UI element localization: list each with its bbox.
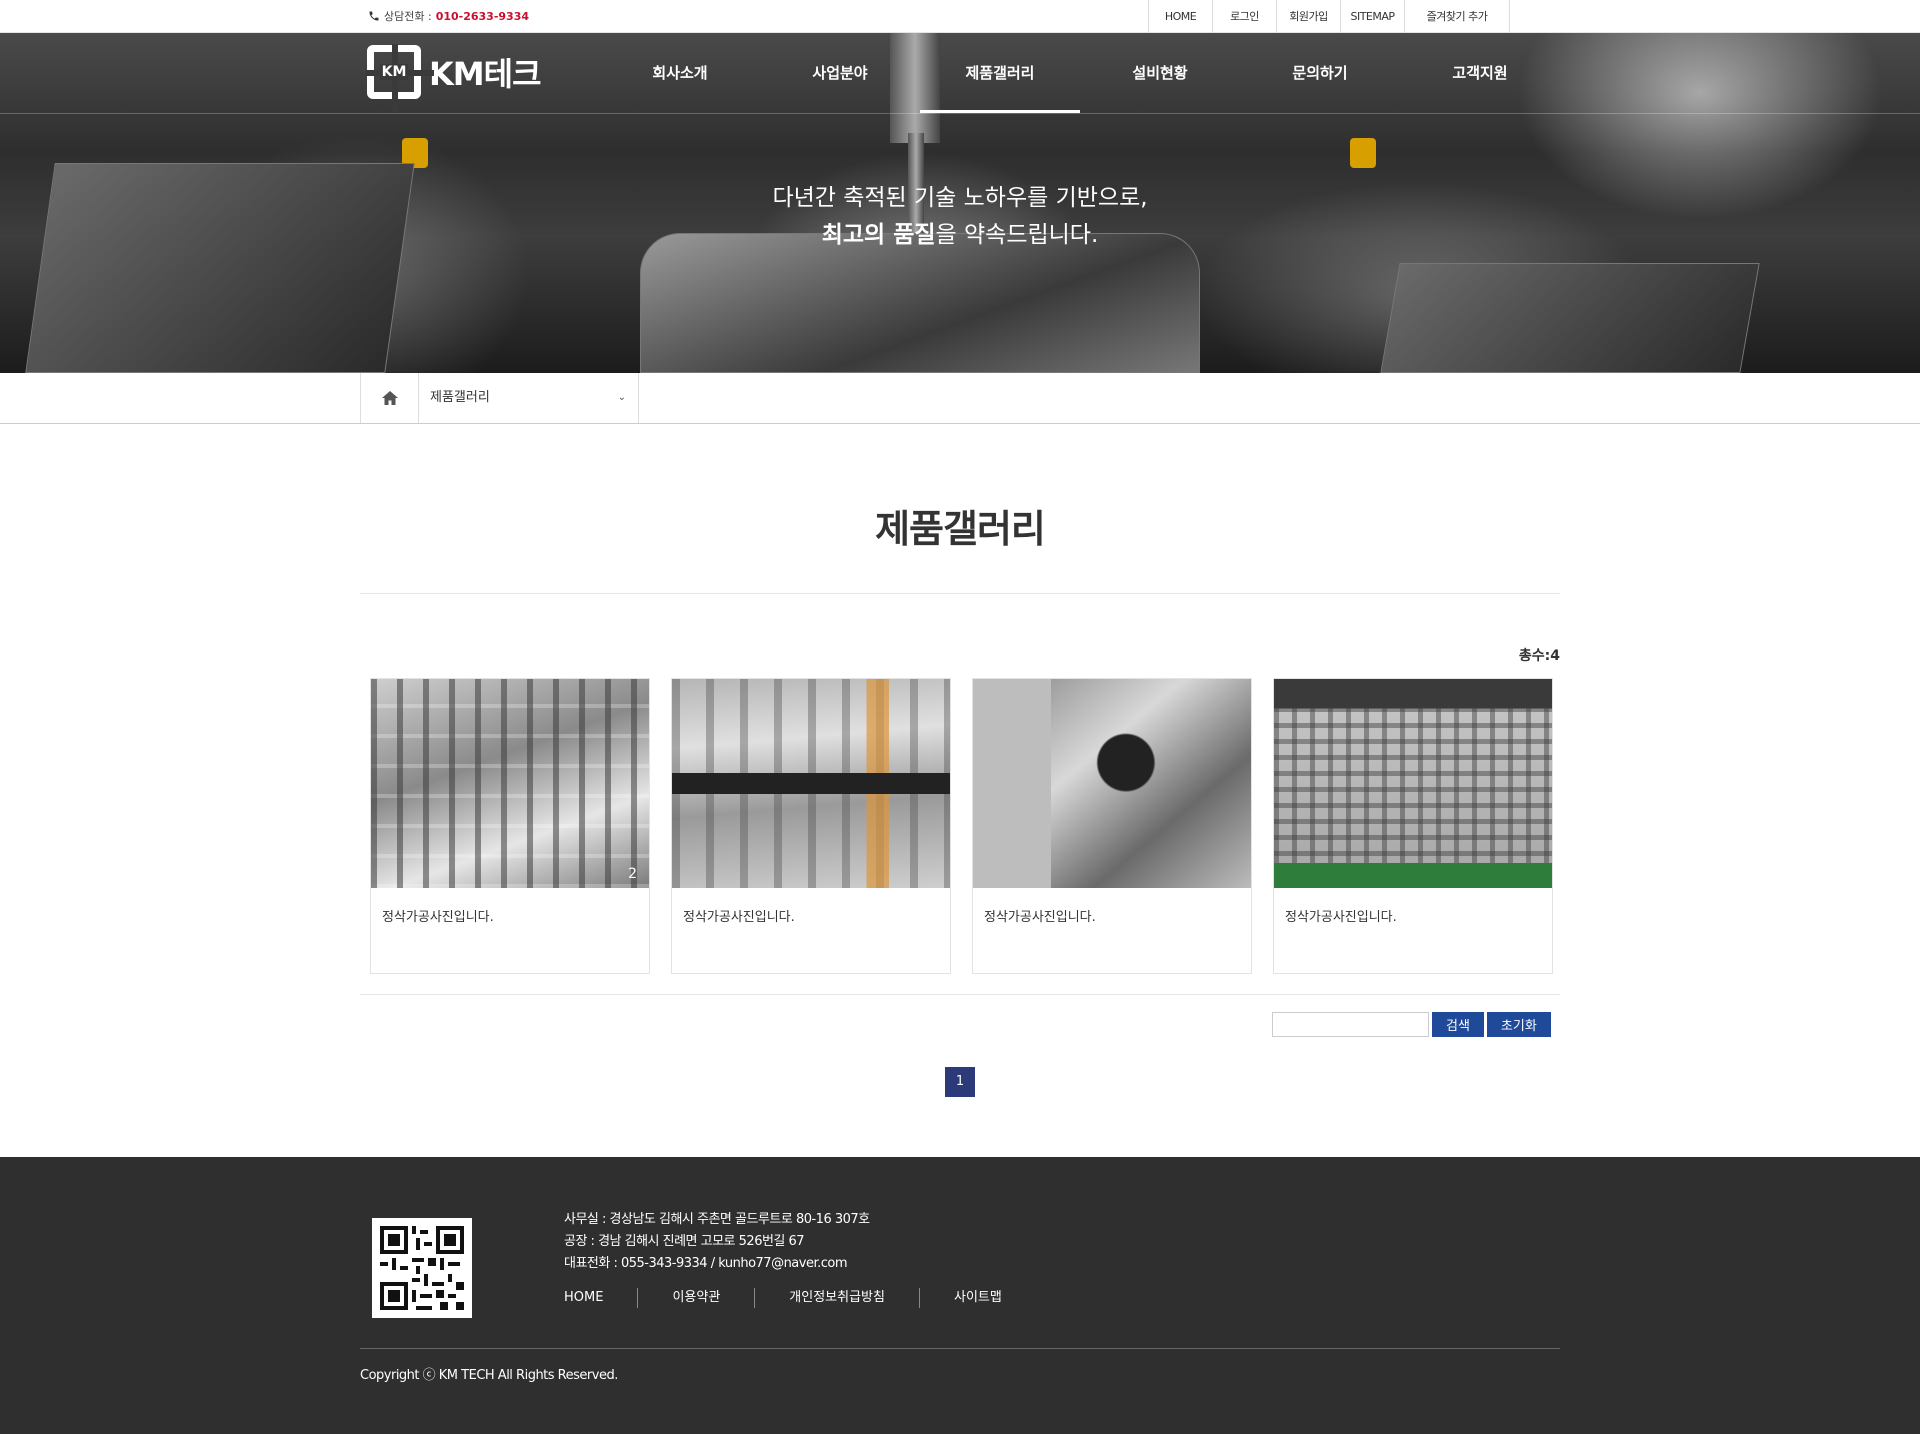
main-nav: 회사소개 사업분야 제품갤러리 설비현황 문의하기 고객지원 <box>600 33 1560 113</box>
top-link-login[interactable]: 로그인 <box>1212 0 1276 33</box>
coolant-nozzle-right <box>1350 138 1376 168</box>
footer-link-home[interactable]: HOME <box>564 1288 637 1308</box>
search-input[interactable] <box>1272 1012 1429 1037</box>
slogan-emphasis: 최고의 품질 <box>821 222 936 248</box>
home-button[interactable] <box>360 373 419 423</box>
qr-code <box>372 1218 472 1318</box>
page-number-current[interactable]: 1 <box>945 1067 975 1097</box>
gallery-item[interactable]: 정삭가공사진입니다. <box>1273 678 1553 974</box>
impeller-graphic <box>640 233 1200 373</box>
gallery-caption[interactable]: 정삭가공사진입니다. <box>371 888 649 943</box>
qr-code-icon <box>380 1226 464 1310</box>
gallery-caption[interactable]: 정삭가공사진입니다. <box>973 888 1251 943</box>
gallery-thumbnail[interactable]: 2 <box>371 679 649 888</box>
office-address: 사무실 : 경상남도 김해시 주촌면 골드루트로 80-16 307호 <box>564 1212 870 1227</box>
consult-phone: 상담전화 : 010-2633-9334 <box>368 8 529 24</box>
gallery-list: 2 정삭가공사진입니다. 정삭가공사진입니다. 정삭가공사진입니다. 정삭가공사… <box>370 678 1553 974</box>
contact-info: 대표전화 : 055-343-9334 / kunho77@naver.com <box>564 1256 848 1271</box>
phone-icon <box>369 11 379 21</box>
location-bar: 제품갤러리 ⌄ <box>0 373 1920 424</box>
top-link-home[interactable]: HOME <box>1148 0 1212 33</box>
reset-button[interactable]: 초기화 <box>1486 1012 1551 1037</box>
slogan-line-1: 다년간 축적된 기술 노하우를 기반으로, <box>772 185 1148 211</box>
page-title: 제품갤러리 <box>875 507 1046 551</box>
footer-address: 사무실 : 경상남도 김해시 주촌면 골드루트로 80-16 307호 공장 :… <box>564 1209 870 1275</box>
gallery-thumbnail[interactable] <box>1274 679 1552 888</box>
machine-block-right <box>1380 263 1760 373</box>
gallery-thumbnail[interactable] <box>973 679 1251 888</box>
home-icon <box>381 391 398 405</box>
gallery-thumbnail[interactable] <box>672 679 950 888</box>
site-logo[interactable]: KM KM테크 <box>366 44 542 112</box>
title-divider <box>360 593 1560 594</box>
hero-slogan: 다년간 축적된 기술 노하우를 기반으로, 최고의 품질을 약속드립니다. <box>0 180 1920 254</box>
location-current: 제품갤러리 <box>430 390 490 405</box>
gallery-item[interactable]: 정삭가공사진입니다. <box>972 678 1252 974</box>
image-count-badge: 2 <box>628 866 637 882</box>
slogan-rest: 을 약속드립니다. <box>935 222 1099 248</box>
footer-link-privacy[interactable]: 개인정보취급방침 <box>754 1288 919 1308</box>
logo-mark: KM <box>366 44 434 112</box>
factory-address: 공장 : 경남 김해시 진례면 고모로 526번길 67 <box>564 1234 805 1249</box>
footer-links: HOME 이용약관 개인정보취급방침 사이트맵 <box>564 1288 1036 1308</box>
location-select[interactable]: 제품갤러리 ⌄ <box>419 373 639 423</box>
top-links: HOME 로그인 회원가입 SITEMAP 즐겨찾기 추가 <box>1148 0 1510 33</box>
chevron-down-icon: ⌄ <box>617 392 626 403</box>
footer-link-sitemap[interactable]: 사이트맵 <box>918 1288 1036 1308</box>
nav-support[interactable]: 고객지원 <box>1400 33 1560 113</box>
search-button[interactable]: 검색 <box>1432 1012 1484 1037</box>
nav-business[interactable]: 사업분야 <box>760 33 920 113</box>
site-footer: 사무실 : 경상남도 김해시 주촌면 골드루트로 80-16 307호 공장 :… <box>0 1157 1920 1434</box>
list-divider <box>360 994 1560 995</box>
logo-text: KM테크 <box>429 55 542 93</box>
gallery-caption[interactable]: 정삭가공사진입니다. <box>1274 888 1552 943</box>
phone-label: 상담전화 : <box>384 10 432 23</box>
top-utility-bar: 상담전화 : 010-2633-9334 HOME 로그인 회원가입 SITEM… <box>0 0 1920 33</box>
total-count: 총수:4 <box>1518 648 1560 664</box>
top-link-join[interactable]: 회원가입 <box>1276 0 1340 33</box>
nav-divider <box>0 113 1920 114</box>
footer-link-terms[interactable]: 이용약관 <box>637 1288 754 1308</box>
phone-number[interactable]: 010-2633-9334 <box>436 10 529 23</box>
gallery-caption[interactable]: 정삭가공사진입니다. <box>672 888 950 943</box>
nav-inquiry[interactable]: 문의하기 <box>1240 33 1400 113</box>
nav-gallery[interactable]: 제품갤러리 <box>920 33 1080 113</box>
top-link-bookmark[interactable]: 즐겨찾기 추가 <box>1404 0 1510 33</box>
gallery-item[interactable]: 정삭가공사진입니다. <box>671 678 951 974</box>
top-link-sitemap[interactable]: SITEMAP <box>1340 0 1404 33</box>
gallery-item[interactable]: 2 정삭가공사진입니다. <box>370 678 650 974</box>
nav-equipment[interactable]: 설비현황 <box>1080 33 1240 113</box>
footer-divider <box>360 1348 1560 1349</box>
nav-company[interactable]: 회사소개 <box>600 33 760 113</box>
slogan-line-2: 최고의 품질을 약속드립니다. <box>0 217 1920 254</box>
search-form: 검색 초기화 <box>1272 1012 1551 1037</box>
copyright: Copyright ⓒ KM TECH All Rights Reserved. <box>360 1368 618 1383</box>
